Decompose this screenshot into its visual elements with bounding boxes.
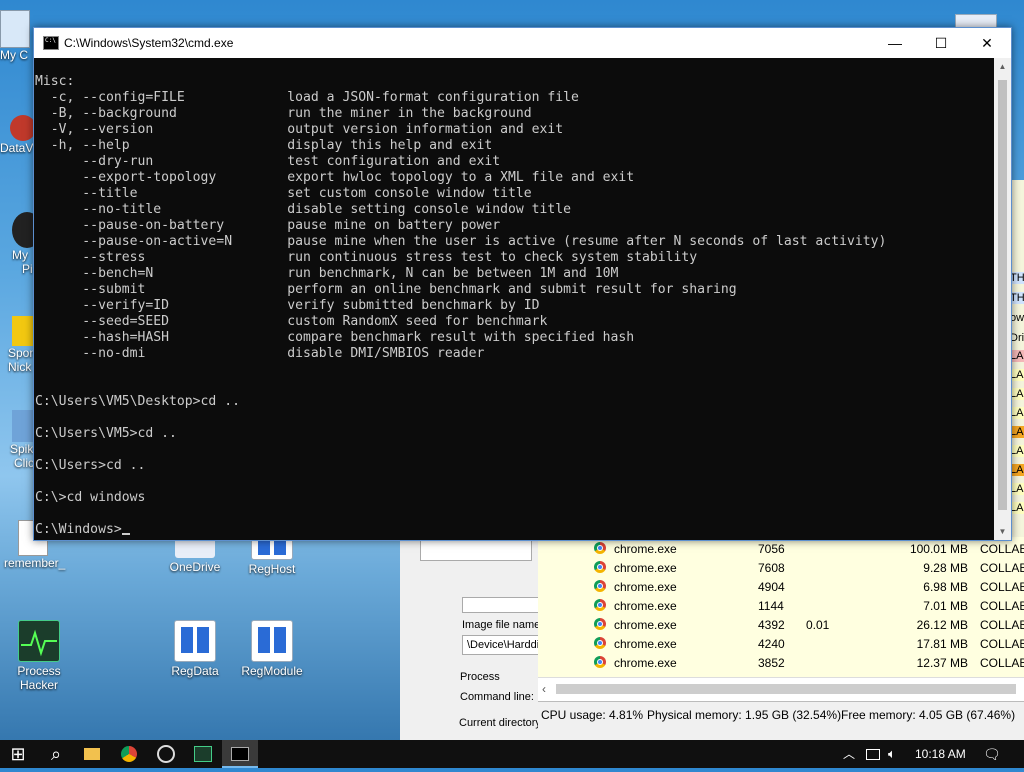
process-properties-panel: Image file name \Device\Harddi Process C…	[400, 537, 544, 740]
process-name: chrome.exe	[614, 542, 677, 556]
document-icon	[174, 620, 216, 662]
desktop-icon-regmodule[interactable]: RegModule	[240, 620, 304, 678]
process-name: chrome.exe	[614, 599, 677, 613]
process-memory: 7.01 MB	[923, 599, 968, 613]
text-cursor	[121, 533, 130, 535]
scroll-thumb[interactable]	[556, 684, 1016, 694]
chrome-icon[interactable]	[111, 740, 147, 768]
process-cpu: 0.01	[806, 618, 830, 632]
process-pid: 7608	[758, 561, 785, 575]
tray-overflow-icon[interactable]: ︿	[843, 740, 855, 768]
process-hacker-icon	[18, 620, 60, 662]
clock-app-icon[interactable]	[148, 740, 184, 768]
process-user: COLLAB	[980, 580, 1024, 594]
process-user: COLLAB	[980, 637, 1024, 651]
notification-icon[interactable]: 🗨	[983, 740, 1001, 768]
volume-icon[interactable]: 🔈︎	[888, 740, 896, 768]
process-pid: 3852	[758, 656, 785, 670]
chrome-icon	[594, 561, 606, 573]
table-row[interactable]: chrome.exe 1144 7.01 MB COLLAB	[538, 596, 1024, 615]
process-user: COLLAB	[980, 561, 1024, 575]
table-row[interactable]: chrome.exe 4392 0.01 26.12 MB COLLAB	[538, 615, 1024, 634]
title-bar[interactable]: C:\Windows\System32\cmd.exe — ☐ ✕	[34, 28, 1011, 58]
close-button[interactable]: ✕	[964, 28, 1010, 58]
image-file-field[interactable]: \Device\Harddi	[462, 635, 544, 655]
network-icon[interactable]	[866, 740, 880, 768]
chrome-shape	[121, 746, 137, 762]
computer-icon	[0, 10, 30, 48]
process-pid: 4904	[758, 580, 785, 594]
process-name: chrome.exe	[614, 656, 677, 670]
chrome-icon	[594, 599, 606, 611]
console-shape	[231, 747, 249, 761]
process-memory: 26.12 MB	[916, 618, 968, 632]
search-icon[interactable]: ⌕	[38, 740, 74, 768]
console-output-text: Misc: -c, --config=FILE load a JSON-form…	[35, 74, 887, 537]
process-name: chrome.exe	[614, 618, 677, 632]
physical-memory: Physical memory: 1.95 GB (32.54%)	[647, 708, 842, 722]
minimize-button[interactable]: —	[872, 28, 918, 58]
table-row[interactable]: chrome.exe 7608 9.28 MB COLLAB	[538, 558, 1024, 577]
process-memory: 12.37 MB	[916, 656, 968, 670]
scroll-up-icon[interactable]: ▲	[994, 58, 1011, 75]
chrome-icon	[594, 618, 606, 630]
scroll-down-icon[interactable]: ▼	[994, 523, 1011, 540]
cmd-icon	[43, 36, 59, 50]
process-memory: 100.01 MB	[909, 542, 968, 556]
process-user: COLLAB	[980, 618, 1024, 632]
chrome-icon	[594, 656, 606, 668]
desktop-icon-process-hacker[interactable]: Process Hacker	[7, 620, 71, 692]
process-memory: 6.98 MB	[923, 580, 968, 594]
table-row[interactable]: chrome.exe 4904 6.98 MB COLLAB	[538, 577, 1024, 596]
clock-shape	[157, 745, 175, 763]
cmd-taskbar-icon[interactable]	[222, 740, 258, 768]
process-pid: 7056	[758, 542, 785, 556]
scroll-left-icon[interactable]: ‹	[542, 682, 546, 696]
process-user: COLLAB	[980, 542, 1024, 556]
clock[interactable]: 10:18 AM	[915, 740, 966, 768]
free-memory: Free memory: 4.05 GB (67.46%)	[841, 708, 1016, 722]
process-pid: 1144	[758, 599, 784, 613]
process-name: chrome.exe	[614, 637, 677, 651]
right-edge-strip: TH TH ow Driv LAB LAB LAB LAB LAB LAB LA…	[1010, 180, 1024, 540]
taskbar: ⊞ ⌕ ︿ 🔈︎ 10:18 AM 🗨	[0, 740, 1024, 768]
chrome-icon	[594, 580, 606, 592]
pulse-icon	[21, 629, 57, 657]
process-pid: 4392	[758, 618, 785, 632]
process-name: chrome.exe	[614, 561, 677, 575]
process-hacker-window: Image file name \Device\Harddi Process C…	[400, 537, 1024, 741]
file-explorer-icon[interactable]	[74, 740, 110, 768]
window-title: C:\Windows\System32\cmd.exe	[64, 36, 234, 50]
table-row[interactable]: chrome.exe 3852 12.37 MB COLLAB	[538, 653, 1024, 672]
properties-field	[462, 597, 540, 613]
vertical-scrollbar[interactable]: ▲ ▼	[994, 58, 1011, 540]
start-button[interactable]: ⊞	[0, 740, 36, 768]
document-icon	[251, 620, 293, 662]
process-memory: 9.28 MB	[923, 561, 968, 575]
chrome-icon	[594, 637, 606, 649]
process-hacker-taskbar-icon[interactable]	[185, 740, 221, 768]
maximize-button[interactable]: ☐	[918, 28, 964, 58]
table-row[interactable]: chrome.exe 7056 100.01 MB COLLAB	[538, 539, 1024, 558]
scroll-thumb[interactable]	[998, 80, 1007, 510]
process-pid: 4240	[758, 637, 785, 651]
process-name: chrome.exe	[614, 580, 677, 594]
cmd-window[interactable]: C:\Windows\System32\cmd.exe — ☐ ✕ Misc: …	[33, 27, 1012, 541]
process-memory: 17.81 MB	[916, 637, 968, 651]
network-shape	[866, 749, 880, 760]
desktop-icon-regdata[interactable]: RegData	[163, 620, 227, 678]
folder-shape	[84, 748, 100, 760]
cpu-usage: CPU usage: 4.81%	[541, 708, 644, 722]
monitor-shape	[194, 746, 212, 762]
console-text: Misc: -c, --config=FILE load a JSON-form…	[34, 58, 994, 538]
process-user: COLLAB	[980, 656, 1024, 670]
status-bar: CPU usage: 4.81% Physical memory: 1.95 G…	[538, 701, 1024, 741]
table-row[interactable]: chrome.exe 4240 17.81 MB COLLAB	[538, 634, 1024, 653]
console-output[interactable]: Misc: -c, --config=FILE load a JSON-form…	[34, 58, 994, 540]
horizontal-scrollbar[interactable]: ‹	[538, 677, 1024, 702]
chrome-icon	[594, 542, 606, 554]
process-list: chrome.exe 7056 100.01 MB COLLAB chrome.exe 7…	[538, 537, 1024, 677]
process-user: COLLAB	[980, 599, 1024, 613]
